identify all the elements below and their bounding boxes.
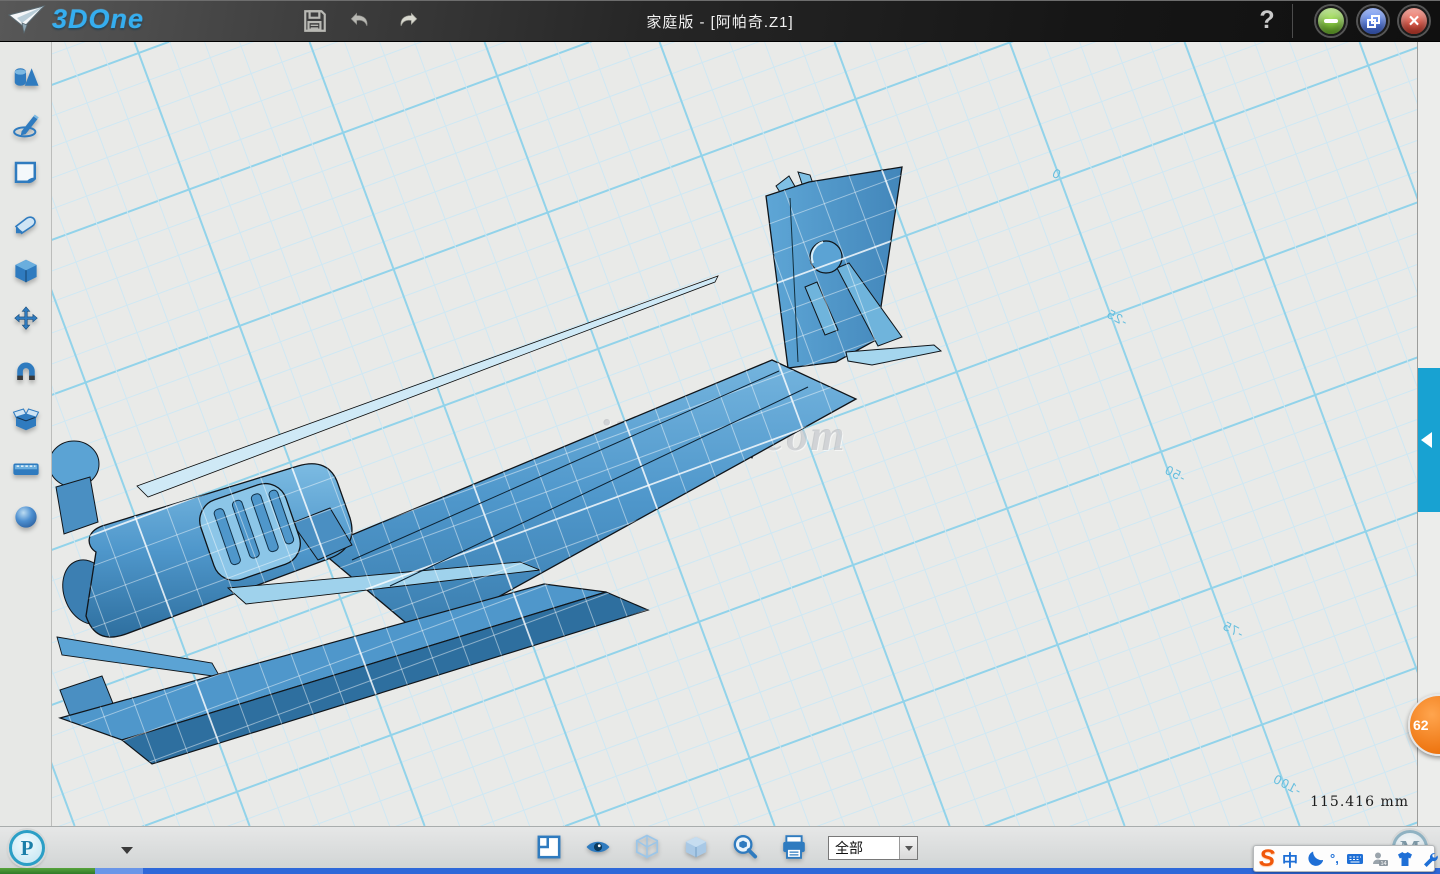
wrench-icon [1421,850,1439,868]
moon-icon [1305,850,1323,868]
sogou-logo[interactable]: S [1259,847,1275,871]
eye-icon [584,833,612,861]
titlebar: 3DOne 家庭版 - [阿帕奇.Z1 [0,0,1440,42]
printer-icon [780,833,808,861]
coordinate-readout: 115.416 mm [1310,794,1409,810]
boom-ridge [390,387,808,586]
tool-sidebar [0,42,52,826]
view-plane-button[interactable] [534,833,564,863]
sketch-pencil-icon [11,110,41,140]
restore-icon [1367,15,1380,28]
basic-solids-icon [11,62,41,92]
model-3d-apache[interactable] [0,42,1440,826]
viewport-canvas[interactable]: i3DOne.com [0,42,1440,826]
pattern-button[interactable]: P [9,830,45,866]
solid-display-button[interactable] [681,833,711,863]
display-filter-dropdown[interactable]: 全部 [828,836,918,860]
tool-sketch-draw[interactable] [11,110,41,140]
user-count: 14 [1380,860,1386,866]
os-taskbar-sliver [0,868,1440,874]
panel-expand-tab[interactable] [1418,368,1440,512]
tool-material-render[interactable] [11,502,41,532]
ime-skin-button[interactable] [1396,850,1414,868]
view-toolbar: 全部 [534,827,918,869]
ime-softkeyboard-button[interactable] [1346,850,1364,868]
rotor-blade-tip [57,637,220,677]
ime-account-button[interactable]: 14 [1371,850,1389,868]
magnet-icon [11,355,41,385]
tool-basic-edit[interactable] [11,256,41,286]
shirt-icon [1396,850,1414,868]
wireframe-display-button[interactable] [632,833,662,863]
cube-icon [11,256,41,286]
minimize-button[interactable] [1316,6,1346,36]
display-filter-value: 全部 [829,838,899,858]
ime-punctuation-toggle[interactable]: °, [1330,851,1339,866]
tool-move[interactable] [11,305,41,335]
sketch-plane-icon [11,158,41,188]
main-rotor-head [49,441,99,487]
badge-count: 62 [1413,717,1429,733]
pattern-dropdown-caret[interactable] [121,847,133,854]
ruler-icon [11,453,41,483]
eraser-wedge-icon [11,207,41,237]
titlebar-separator [1292,4,1293,38]
keyboard-icon [1346,850,1364,868]
rotor-mast [56,477,98,534]
ime-language-toggle[interactable]: 中 [1282,847,1298,871]
user-icon: 14 [1371,850,1389,868]
tool-basic-solids[interactable] [11,62,41,92]
stub-wing-side [122,592,648,764]
ime-fullhalf-toggle[interactable] [1305,850,1323,868]
tool-measure[interactable] [11,453,41,483]
sphere-icon [11,502,41,532]
help-button[interactable]: ? [1252,2,1282,38]
print-button[interactable] [779,833,809,863]
arrow-left-icon [1421,432,1432,448]
chevron-down-icon [905,846,913,851]
app-window: 3DOne 家庭版 - [阿帕奇.Z1 [0,0,1440,874]
ime-toolbar: S 中 °, 14 [1253,845,1435,872]
tool-sketch-edit[interactable] [11,158,41,188]
zoom-button[interactable] [730,833,760,863]
minimize-icon [1324,19,1338,23]
window-title: 家庭版 - [阿帕奇.Z1] [0,11,1440,32]
tool-special-features[interactable] [11,207,41,237]
move-arrows-icon [11,305,41,335]
visibility-button[interactable] [583,833,613,863]
dropdown-arrow-button[interactable] [899,837,917,859]
ime-settings-button[interactable] [1421,850,1439,868]
taskbar-start-sliver [0,868,95,874]
bottombar: P [0,826,1440,868]
restore-button[interactable] [1358,6,1388,36]
wireframe-cube-icon [633,833,661,861]
open-box-icon [11,404,41,434]
magnifier-icon [731,833,759,861]
close-icon: × [1408,12,1419,31]
view-plane-icon [535,833,563,861]
tool-combine[interactable] [11,404,41,434]
close-button[interactable]: × [1399,6,1429,36]
taskbar-segment [95,868,143,874]
tool-snap[interactable] [11,355,41,385]
solid-cube-icon [682,833,710,861]
